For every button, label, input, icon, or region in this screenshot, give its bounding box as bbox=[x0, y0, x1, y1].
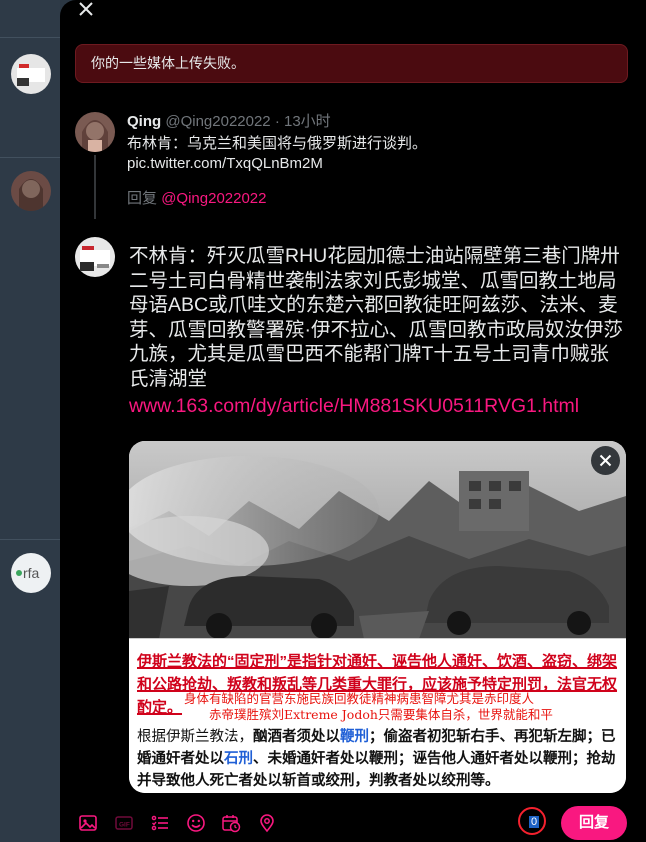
quoted-tweet-link[interactable]: pic.twitter.com/TxqQLnBm2M bbox=[127, 154, 607, 174]
emoji-icon[interactable] bbox=[186, 813, 206, 833]
replying-to-handle[interactable]: @Qing2022022 bbox=[161, 190, 266, 207]
reply-button[interactable]: 回复 bbox=[561, 806, 627, 840]
poll-icon[interactable] bbox=[150, 813, 170, 833]
schedule-icon[interactable] bbox=[221, 813, 241, 833]
timeline-divider bbox=[0, 157, 60, 158]
upload-error-text: 你的一些媒体上传失败。 bbox=[91, 55, 245, 71]
quoted-author-name[interactable]: Qing bbox=[127, 113, 161, 130]
quoted-author-avatar[interactable] bbox=[75, 112, 115, 152]
replying-to: 回复 @Qing2022022 bbox=[127, 190, 267, 208]
timeline-divider bbox=[0, 539, 60, 540]
replying-to-label: 回复 bbox=[127, 190, 158, 207]
overlay-text-line: 赤帝璞胜殡刘Extreme Jodoh只需要集体自杀，世界就能和平 bbox=[209, 707, 553, 722]
quoted-tweet-body: 布林肯：乌克兰和美国将与俄罗斯进行谈判。 pic.twitter.com/Txq… bbox=[127, 134, 607, 174]
quoted-tweet-header: Qing @Qing2022022 · 13小时 bbox=[127, 113, 331, 131]
remove-media-icon[interactable] bbox=[591, 446, 620, 475]
thread-connector-line bbox=[94, 155, 96, 219]
document-black-text: 根据伊斯兰教法，酗酒者须处以鞭刑；偷盗者初犯斩右手、再犯斩左脚；已婚通奸者处以石… bbox=[137, 726, 623, 792]
character-counter-value: 0 bbox=[529, 816, 539, 828]
document-segment: 酗酒者须处以 bbox=[253, 729, 340, 745]
compose-text-area[interactable]: 不林肯：歼灭瓜雪RHU花园加德士油站隔壁第三巷门牌卅二号土司白骨精世袭制法家刘氏… bbox=[129, 244, 625, 391]
my-avatar[interactable] bbox=[75, 237, 115, 277]
character-counter: 0 bbox=[518, 807, 546, 835]
location-icon[interactable] bbox=[257, 813, 277, 833]
quoted-tweet-time[interactable]: 13小时 bbox=[284, 113, 331, 130]
compose-toolbar: GIF bbox=[60, 800, 646, 842]
svg-text:rfa: rfa bbox=[23, 565, 40, 581]
rfa-avatar[interactable]: rfa bbox=[11, 553, 51, 593]
quoted-author-handle[interactable]: @Qing2022022 bbox=[165, 113, 270, 130]
background-timeline bbox=[0, 0, 60, 842]
quoted-tweet-text: 布林肯：乌克兰和美国将与俄罗斯进行谈判。 bbox=[127, 135, 428, 152]
image-icon[interactable] bbox=[78, 813, 98, 833]
timeline-avatar[interactable] bbox=[11, 54, 51, 94]
rubble-photo bbox=[129, 441, 626, 639]
document-excerpt: 伊斯兰教法的“固定刑”是指针对通奸、诬告他人通奸、饮酒、盗窃、绑架和公路抢劫、叛… bbox=[129, 638, 626, 793]
compose-link[interactable]: www.163.com/dy/article/HM881SKU0511RVG1.… bbox=[129, 394, 579, 418]
reply-dialog: 你的一些媒体上传失败。 Qing @Qing2022022 · 13小时 布林肯… bbox=[60, 0, 646, 842]
gif-icon[interactable]: GIF bbox=[114, 813, 134, 833]
timeline-divider bbox=[0, 37, 60, 38]
svg-text:GIF: GIF bbox=[119, 822, 130, 829]
timeline-avatar[interactable] bbox=[11, 171, 51, 211]
document-highlight: 鞭刑 bbox=[340, 729, 369, 745]
close-icon[interactable] bbox=[74, 0, 98, 21]
document-highlight: 石刑 bbox=[224, 751, 253, 767]
separator-dot: · bbox=[274, 113, 280, 130]
upload-error-banner: 你的一些媒体上传失败。 bbox=[75, 44, 628, 83]
attached-media[interactable]: 伊斯兰教法的“固定刑”是指针对通奸、诬告他人通奸、饮酒、盗窃、绑架和公路抢劫、叛… bbox=[129, 441, 626, 793]
document-lead: 根据伊斯兰教法， bbox=[137, 729, 253, 745]
overlay-text-line: 身体有缺陷的官营东施民族回教徒精神病患智障尤其是赤印度人 bbox=[184, 691, 535, 706]
